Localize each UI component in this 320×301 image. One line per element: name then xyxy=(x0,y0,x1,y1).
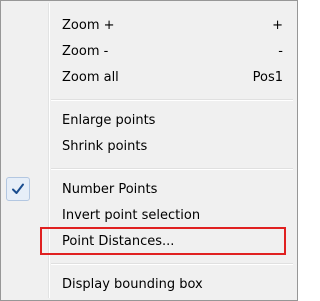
highlight-annotation-box xyxy=(40,227,286,255)
menu-item-label: Enlarge points xyxy=(62,113,156,128)
checkmark-icon xyxy=(6,177,30,201)
menu-item-invert-point-selection[interactable]: Invert point selection xyxy=(3,203,295,229)
menu-separator xyxy=(51,263,293,265)
menu-item-label: Zoom - xyxy=(62,44,109,59)
menu-item-zoom-all[interactable]: Zoom all Pos1 xyxy=(3,65,295,91)
menu-separator xyxy=(51,99,293,101)
menu-item-label: Number Points xyxy=(62,182,158,197)
menu-item-label: Invert point selection xyxy=(62,208,201,223)
menu-item-label: Display bounding box xyxy=(62,277,203,292)
menu-item-label: Zoom all xyxy=(62,70,119,85)
menu-item-shrink-points[interactable]: Shrink points xyxy=(3,134,295,160)
menu-separator xyxy=(51,168,293,170)
menu-item-shortcut: Pos1 xyxy=(252,70,283,85)
menu-item-zoom-in[interactable]: Zoom + + xyxy=(3,13,295,39)
menu-item-number-points[interactable]: Number Points xyxy=(3,177,295,203)
menu-item-shortcut: + xyxy=(272,18,283,33)
context-menu: Zoom + + Zoom - - Zoom all Pos1 Enlarge … xyxy=(0,0,298,301)
menu-item-label: Shrink points xyxy=(62,139,148,154)
menu-item-label: Zoom + xyxy=(62,18,115,33)
menu-item-zoom-out[interactable]: Zoom - - xyxy=(3,39,295,65)
menu-item-enlarge-points[interactable]: Enlarge points xyxy=(3,108,295,134)
menu-item-shortcut: - xyxy=(278,44,283,59)
menu-item-display-bounding-box[interactable]: Display bounding box xyxy=(3,272,295,298)
